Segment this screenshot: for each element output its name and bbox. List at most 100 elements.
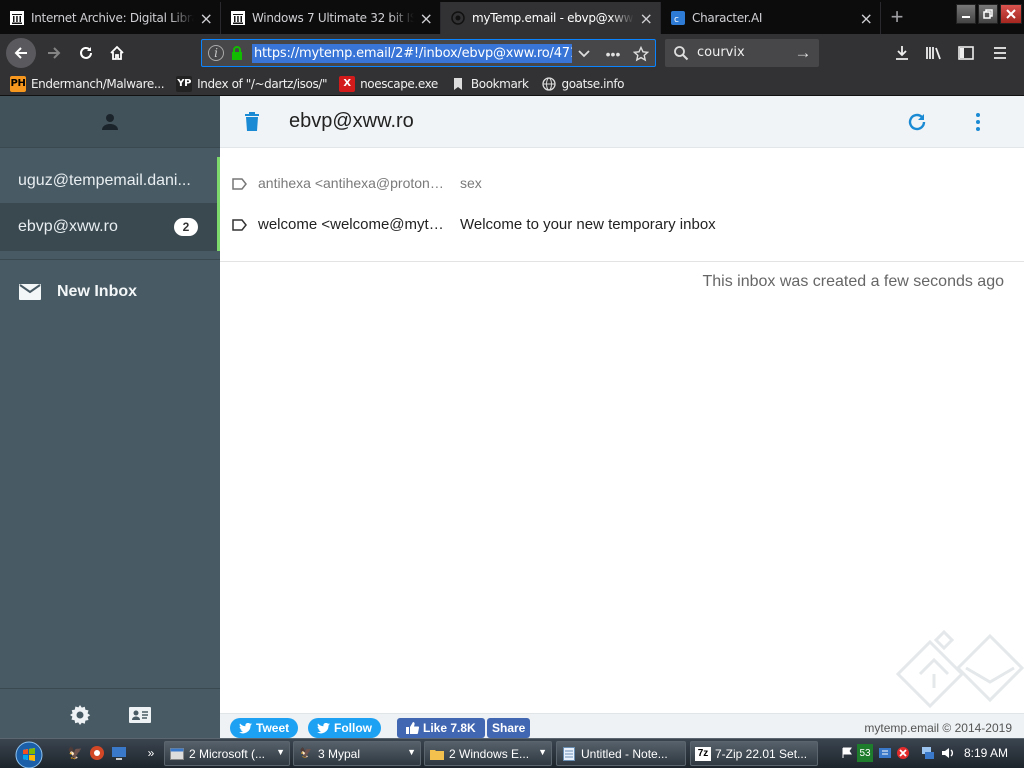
chevron-down-icon: ▼ bbox=[407, 747, 416, 757]
arrow-left-icon bbox=[14, 47, 27, 59]
inbox-item[interactable]: uguz@tempemail.dani... bbox=[0, 157, 220, 205]
taskbar-item-mypal[interactable]: 🦅 3 Mypal ▼ bbox=[293, 741, 421, 766]
arrow-right-icon bbox=[48, 47, 61, 59]
message-list-divider bbox=[220, 261, 1024, 262]
arrow-right-icon[interactable]: → bbox=[793, 43, 813, 63]
home-icon bbox=[110, 45, 124, 60]
back-button[interactable] bbox=[6, 38, 36, 68]
star-icon[interactable] bbox=[632, 45, 650, 63]
forward-button[interactable] bbox=[40, 39, 68, 67]
twitter-bird-icon bbox=[239, 722, 252, 733]
tweet-button[interactable]: Tweet bbox=[230, 718, 299, 738]
tray-app-icon[interactable] bbox=[877, 744, 893, 762]
tab-close-icon[interactable]: × bbox=[418, 9, 434, 28]
nav-bar: i https://mytemp.email/2#!/inbox/ebvp@xw… bbox=[0, 34, 1024, 72]
tweet-label: Tweet bbox=[256, 721, 290, 735]
library-icon[interactable] bbox=[924, 43, 944, 63]
window-close-button[interactable] bbox=[1000, 4, 1022, 24]
quicklaunch-mypal-icon[interactable]: 🦅 bbox=[66, 744, 84, 762]
network-icon[interactable] bbox=[920, 744, 936, 762]
message-row[interactable]: antihexa <antihexa@protonmail.com> sex bbox=[220, 164, 1024, 204]
tab-close-icon[interactable]: × bbox=[858, 9, 874, 28]
mytemp-icon bbox=[451, 11, 465, 25]
url-bar[interactable]: i https://mytemp.email/2#!/inbox/ebvp@xw… bbox=[201, 39, 656, 67]
minimize-button[interactable] bbox=[956, 4, 976, 24]
bookmark-goatse[interactable]: goatse.info bbox=[541, 76, 624, 92]
inbox-header: ebvp@xww.ro bbox=[220, 96, 1024, 148]
page-footer: Tweet Follow Like 7.8K Share mytemp.emai… bbox=[220, 713, 1024, 738]
lock-icon[interactable] bbox=[230, 46, 244, 60]
more-vert-icon[interactable] bbox=[966, 110, 990, 134]
tray-count-badge[interactable]: 53 bbox=[857, 744, 873, 762]
tray-flag-icon[interactable] bbox=[840, 744, 854, 762]
svg-text:c: c bbox=[674, 15, 679, 25]
taskbar-item-7zip[interactable]: 7z 7-Zip 22.01 Set... bbox=[690, 741, 818, 766]
search-input[interactable]: courvix bbox=[697, 45, 745, 60]
notepad-icon bbox=[561, 746, 577, 761]
start-orb-icon[interactable] bbox=[6, 741, 52, 768]
account-icon[interactable] bbox=[100, 112, 120, 132]
refresh-icon[interactable] bbox=[905, 110, 929, 134]
taskbar-item-windows-explorer[interactable]: 2 Windows E... ▼ bbox=[424, 741, 552, 766]
bookmark-ph-icon: PH bbox=[10, 75, 26, 92]
tab-close-icon[interactable]: × bbox=[198, 9, 214, 28]
facebook-like-button[interactable]: Like 7.8K bbox=[397, 718, 485, 738]
bookmark-endermanch[interactable]: PH Endermanch/Malware... bbox=[10, 75, 165, 92]
tab-mytemp-email[interactable]: myTemp.email - ebvp@xww.ro × bbox=[441, 2, 661, 34]
tab-title: myTemp.email - ebvp@xww.ro bbox=[472, 11, 634, 25]
message-row[interactable]: welcome <welcome@mytemp.email> Welcome t… bbox=[220, 205, 1024, 245]
tray-blocked-icon[interactable] bbox=[895, 744, 911, 762]
taskbar-item-notepad[interactable]: Untitled - Note... bbox=[556, 741, 686, 766]
search-bar[interactable]: courvix → bbox=[665, 39, 819, 67]
quicklaunch-browser-icon[interactable] bbox=[88, 744, 106, 762]
twitter-bird-icon bbox=[317, 722, 330, 733]
window-icon bbox=[169, 747, 185, 761]
mail-icon bbox=[19, 284, 41, 300]
bookmark-noescape[interactable]: X noescape.exe bbox=[339, 75, 438, 92]
tab-windows7-iso[interactable]: Windows 7 Ultimate 32 bit ISO × bbox=[221, 2, 441, 34]
follow-button[interactable]: Follow bbox=[308, 718, 381, 738]
restore-button[interactable] bbox=[978, 4, 998, 24]
inbox-item-active[interactable]: ebvp@xww.ro 2 bbox=[0, 203, 220, 251]
menu-icon[interactable] bbox=[990, 43, 1010, 63]
sidebar-toggle-icon[interactable] bbox=[956, 43, 976, 63]
bookmark-x-icon: X bbox=[339, 75, 356, 92]
globe-icon bbox=[541, 76, 557, 92]
contact-card-icon[interactable] bbox=[128, 703, 152, 727]
taskbar-item-microsoft[interactable]: 2 Microsoft (... ▼ bbox=[164, 741, 290, 766]
new-tab-button[interactable]: + bbox=[884, 4, 910, 30]
new-inbox-label: New Inbox bbox=[57, 283, 138, 300]
folder-icon bbox=[429, 747, 445, 761]
inbox-address: uguz@tempemail.dani... bbox=[18, 172, 191, 189]
tab-character-ai[interactable]: c Character.AI × bbox=[661, 2, 881, 34]
bookmark-isos-index[interactable]: YP Index of "/~dartz/isos/" bbox=[176, 75, 328, 92]
tab-close-icon[interactable]: × bbox=[638, 9, 654, 28]
settings-gear-icon[interactable] bbox=[68, 703, 92, 727]
clock[interactable]: 8:19 AM bbox=[964, 746, 1008, 760]
reload-button[interactable] bbox=[72, 39, 100, 67]
home-button[interactable] bbox=[103, 39, 131, 67]
bookmark-4[interactable]: Bookmark bbox=[450, 76, 529, 92]
message-subject: Welcome to your new temporary inbox bbox=[460, 216, 716, 233]
archive-icon bbox=[231, 11, 245, 25]
url-text[interactable]: https://mytemp.email/2#!/inbox/ebvp@xww.… bbox=[252, 44, 572, 63]
info-icon[interactable]: i bbox=[208, 45, 224, 61]
facebook-share-button[interactable]: Share bbox=[487, 718, 531, 738]
inbox-address: ebvp@xww.ro bbox=[18, 218, 118, 235]
quicklaunch-desktop-icon[interactable] bbox=[110, 744, 128, 762]
trash-icon[interactable] bbox=[240, 110, 264, 134]
download-icon[interactable] bbox=[892, 43, 912, 63]
page-actions-icon[interactable]: ••• bbox=[604, 45, 622, 63]
new-inbox-button[interactable]: New Inbox bbox=[18, 280, 137, 304]
share-label: Share bbox=[492, 721, 526, 735]
bookmark-label: noescape.exe bbox=[360, 76, 438, 91]
7zip-icon: 7z bbox=[695, 746, 711, 761]
chevron-down-icon[interactable] bbox=[575, 45, 593, 63]
volume-icon[interactable] bbox=[940, 744, 956, 762]
bookmark-label: Index of "/~dartz/isos/" bbox=[197, 76, 328, 91]
reload-icon bbox=[80, 46, 92, 59]
quicklaunch-overflow-icon[interactable]: » bbox=[142, 744, 160, 762]
message-sender: welcome <welcome@mytemp.email> bbox=[258, 216, 448, 233]
bookmark-label: Endermanch/Malware... bbox=[31, 76, 165, 91]
tab-internet-archive[interactable]: Internet Archive: Digital Librar × bbox=[0, 2, 221, 34]
